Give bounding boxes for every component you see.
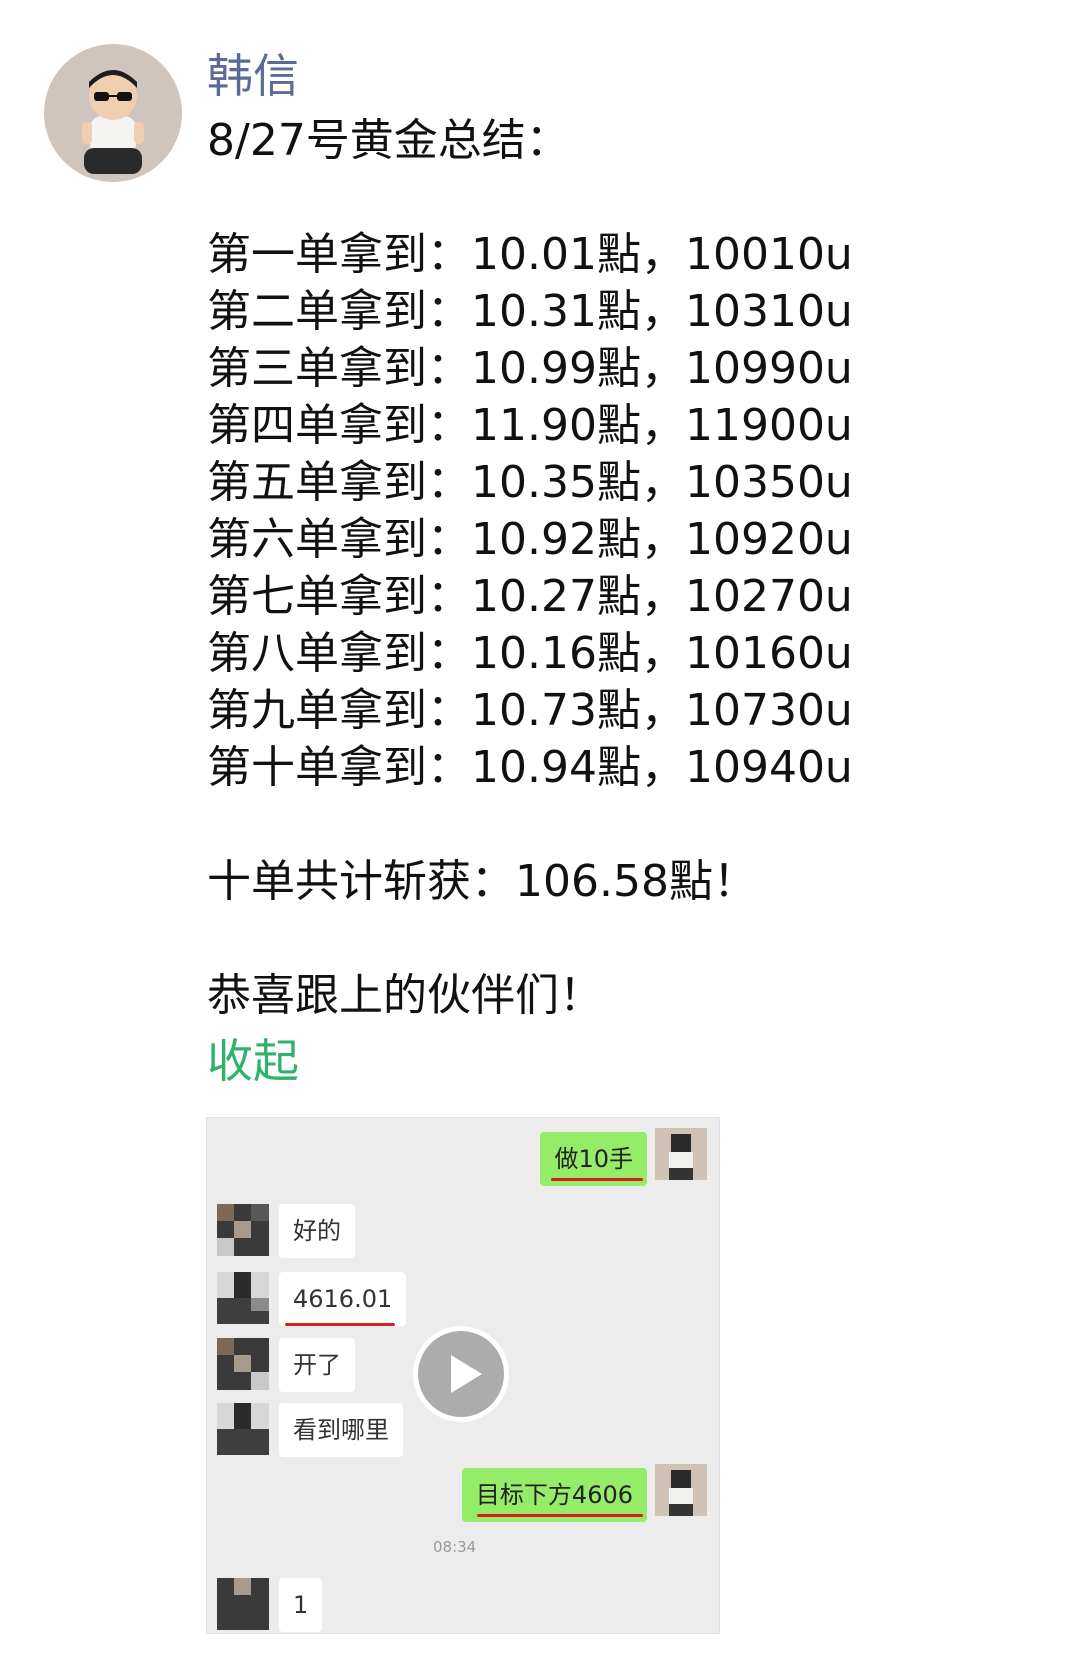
chat-bubble-received: 1 (279, 1578, 323, 1632)
author-avatar[interactable] (44, 44, 182, 182)
chat-bubble-received: 4616.01 (279, 1272, 407, 1326)
result-line: 第七单拿到：10.27點，10270u (207, 571, 853, 622)
chat-avatar-sent (655, 1128, 707, 1180)
chat-timestamp: 08:34 (433, 1538, 477, 1556)
collapse-link[interactable]: 收起 (207, 1025, 299, 1091)
result-line: 第六单拿到：10.92點，10920u (207, 514, 853, 565)
red-underline (551, 1178, 643, 1181)
result-line: 第一单拿到：10.01點，10010u (207, 229, 853, 280)
author-name[interactable]: 韩信 (207, 40, 299, 106)
chat-bubble-received: 好的 (279, 1204, 355, 1258)
chat-avatar-received (217, 1272, 269, 1324)
post-text: 8/27号黄金总结： 第一单拿到：10.01點，10010u 第二单拿到：10.… (207, 112, 1027, 1024)
chat-avatar-received (217, 1204, 269, 1256)
play-icon (451, 1355, 482, 1393)
result-line: 第十单拿到：10.94點，10940u (207, 742, 853, 793)
chat-bubble-received: 开了 (279, 1338, 355, 1392)
result-line: 第二单拿到：10.31點，10310u (207, 286, 853, 337)
video-thumbnail[interactable]: 做10手 好的 4616.01 开了 看到哪里 目标下方4606 08:34 1 (206, 1117, 720, 1634)
play-button[interactable] (413, 1326, 509, 1422)
red-underline (477, 1514, 643, 1517)
chat-bubble-received: 看到哪里 (279, 1403, 403, 1457)
result-line: 第八单拿到：10.16點，10160u (207, 628, 853, 679)
result-line: 第五单拿到：10.35點，10350u (207, 457, 853, 508)
result-line: 第三单拿到：10.99點，10990u (207, 343, 853, 394)
result-line: 第四单拿到：11.90點，11900u (207, 400, 853, 451)
red-underline (285, 1323, 395, 1326)
congrats-line: 恭喜跟上的伙伴们！ (207, 970, 603, 1021)
chat-avatar-received (217, 1403, 269, 1455)
chat-avatar-received (217, 1338, 269, 1390)
avatar-cartoon-icon (44, 44, 182, 182)
total-line: 十单共计斩获：106.58點！ (207, 856, 757, 907)
chat-avatar-sent (655, 1464, 707, 1516)
result-line: 第九单拿到：10.73點，10730u (207, 685, 853, 736)
chat-avatar-received (217, 1578, 269, 1630)
post-title: 8/27号黄金总结： (207, 115, 570, 166)
